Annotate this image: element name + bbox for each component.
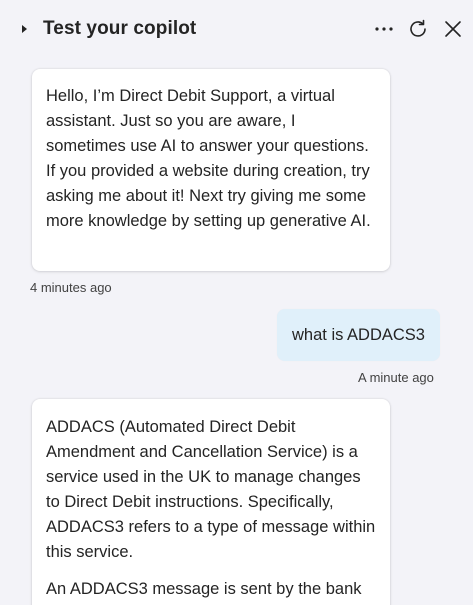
- bot-message: ADDACS (Automated Direct Debit Amendment…: [32, 399, 390, 605]
- message-text: ADDACS (Automated Direct Debit Amendment…: [46, 418, 376, 561]
- message-timestamp: A minute ago: [358, 370, 434, 385]
- more-options-icon[interactable]: [372, 17, 396, 41]
- bot-message: Hello, I’m Direct Debit Support, a virtu…: [32, 69, 390, 271]
- message-timestamp: 4 minutes ago: [30, 280, 112, 295]
- close-icon[interactable]: [441, 17, 465, 41]
- chevron-right-icon[interactable]: [22, 25, 27, 33]
- chat-transcript[interactable]: Hello, I’m Direct Debit Support, a virtu…: [0, 60, 473, 605]
- chat-header: Test your copilot: [0, 0, 473, 60]
- refresh-icon[interactable]: [406, 17, 430, 41]
- message-text: An ADDACS3 message is sent by the bank: [46, 580, 362, 598]
- user-message: what is ADDACS3: [277, 309, 440, 361]
- message-text: Hello, I’m Direct Debit Support, a virtu…: [46, 87, 371, 230]
- panel-title: Test your copilot: [43, 18, 197, 39]
